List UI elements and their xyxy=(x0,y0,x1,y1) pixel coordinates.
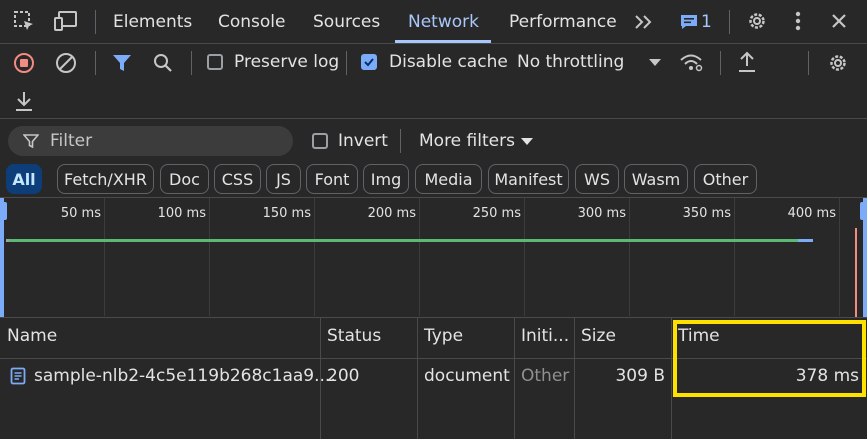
timeline-tick: 350 ms xyxy=(682,206,731,221)
type-filter-all[interactable]: All xyxy=(6,164,42,194)
type-filter-css[interactable]: CSS xyxy=(214,164,261,194)
timeline-overview[interactable] xyxy=(0,198,867,318)
time-column-highlight xyxy=(673,320,866,397)
type-filter-media[interactable]: Media xyxy=(415,164,482,194)
device-toolbar-icon[interactable] xyxy=(53,9,79,33)
toolbar-separator-5 xyxy=(808,51,809,75)
timeline-gridline xyxy=(209,198,210,316)
timeline-tick: 250 ms xyxy=(472,206,521,221)
download-icon[interactable] xyxy=(12,89,36,113)
network-settings-icon[interactable] xyxy=(826,51,850,75)
preserve-log-label[interactable]: Preserve log xyxy=(234,52,339,72)
filter-icon[interactable] xyxy=(110,51,134,75)
toolbar-separator-4 xyxy=(720,51,721,75)
search-icon[interactable] xyxy=(151,51,175,75)
timeline-gridline xyxy=(104,198,105,316)
throttling-select[interactable]: No throttling xyxy=(517,52,624,72)
tab-performance[interactable]: Performance xyxy=(509,0,617,42)
type-filter-ws[interactable]: WS xyxy=(575,164,619,194)
issues-icon[interactable] xyxy=(678,12,700,32)
request-initiator: Other xyxy=(521,366,570,386)
timeline-tick: 50 ms xyxy=(60,206,101,221)
document-icon xyxy=(9,366,27,386)
preserve-log-checkbox[interactable] xyxy=(207,54,223,70)
timeline-load-marker xyxy=(855,228,857,318)
invert-label[interactable]: Invert xyxy=(338,131,388,151)
timeline-gridline xyxy=(734,198,735,316)
disable-cache-label[interactable]: Disable cache xyxy=(389,52,508,72)
tabbar-separator xyxy=(95,10,96,34)
request-type: document xyxy=(424,366,510,386)
kebab-menu-icon[interactable] xyxy=(788,9,808,33)
timeline-tick: 300 ms xyxy=(577,206,626,221)
tabbar-separator-right xyxy=(729,10,730,34)
column-header-status[interactable]: Status xyxy=(327,326,381,346)
toolbar-divider xyxy=(0,118,867,119)
more-filters-button[interactable]: More filters xyxy=(419,131,515,151)
request-name[interactable]: sample-nlb2-4c5e119b268c1aa9.... xyxy=(34,366,336,386)
timeline-gridline xyxy=(629,198,630,316)
timeline-tick: 400 ms xyxy=(787,206,836,221)
timeline-gridline xyxy=(839,198,840,316)
type-filter-wasm[interactable]: Wasm xyxy=(624,164,688,194)
more-filters-dropdown-icon[interactable] xyxy=(520,136,534,148)
timeline-tick: 200 ms xyxy=(367,206,416,221)
timeline-tick: 100 ms xyxy=(157,206,206,221)
type-filter-font[interactable]: Font xyxy=(306,164,358,194)
column-header-initiator[interactable]: Initi... xyxy=(521,326,569,346)
column-header-name[interactable]: Name xyxy=(7,326,57,346)
type-filter-manifest[interactable]: Manifest xyxy=(488,164,569,194)
waterfall-bar-start xyxy=(6,239,9,242)
tab-console[interactable]: Console xyxy=(218,0,286,42)
column-header-size[interactable]: Size xyxy=(581,326,616,346)
type-filter-js[interactable]: JS xyxy=(266,164,301,194)
close-icon[interactable] xyxy=(828,10,850,32)
toolbar-separator-2 xyxy=(191,51,192,75)
toolbar-separator-3 xyxy=(346,51,347,75)
issues-count[interactable]: 1 xyxy=(701,12,712,32)
timeline-left-grip[interactable] xyxy=(0,202,7,220)
timeline-right-grip[interactable] xyxy=(860,202,867,220)
filter-separator xyxy=(400,129,401,153)
clear-icon[interactable] xyxy=(54,51,78,75)
filter-input-icon xyxy=(22,132,40,150)
waterfall-bar-download xyxy=(798,239,813,242)
timeline-gridline xyxy=(314,198,315,316)
invert-checkbox[interactable] xyxy=(312,133,328,149)
column-header-type[interactable]: Type xyxy=(424,326,463,346)
network-conditions-icon[interactable] xyxy=(678,51,704,75)
waterfall-bar xyxy=(8,239,798,242)
timeline-gridline xyxy=(419,198,420,316)
tab-elements[interactable]: Elements xyxy=(113,0,192,42)
type-filter-fetch-xhr[interactable]: Fetch/XHR xyxy=(57,164,154,194)
tab-network[interactable]: Network xyxy=(408,0,479,42)
more-tabs-icon[interactable] xyxy=(632,10,656,34)
request-size: 309 B xyxy=(615,366,665,386)
stop-recording-icon[interactable] xyxy=(12,51,36,75)
element-picker-icon[interactable] xyxy=(12,9,36,33)
disable-cache-checkbox[interactable] xyxy=(361,54,377,70)
type-filter-doc[interactable]: Doc xyxy=(160,164,209,194)
toolbar-separator-1 xyxy=(95,51,96,75)
timeline-tick: 150 ms xyxy=(262,206,311,221)
filter-input[interactable]: Filter xyxy=(50,131,92,151)
type-filter-other[interactable]: Other xyxy=(694,164,757,194)
request-status: 200 xyxy=(327,366,360,386)
active-tab-indicator xyxy=(395,40,491,43)
timeline-gridline xyxy=(524,198,525,316)
upload-icon[interactable] xyxy=(735,50,759,74)
type-filter-img[interactable]: Img xyxy=(363,164,409,194)
settings-icon[interactable] xyxy=(745,9,769,33)
tab-sources[interactable]: Sources xyxy=(313,0,380,42)
dropdown-icon[interactable] xyxy=(648,56,662,70)
